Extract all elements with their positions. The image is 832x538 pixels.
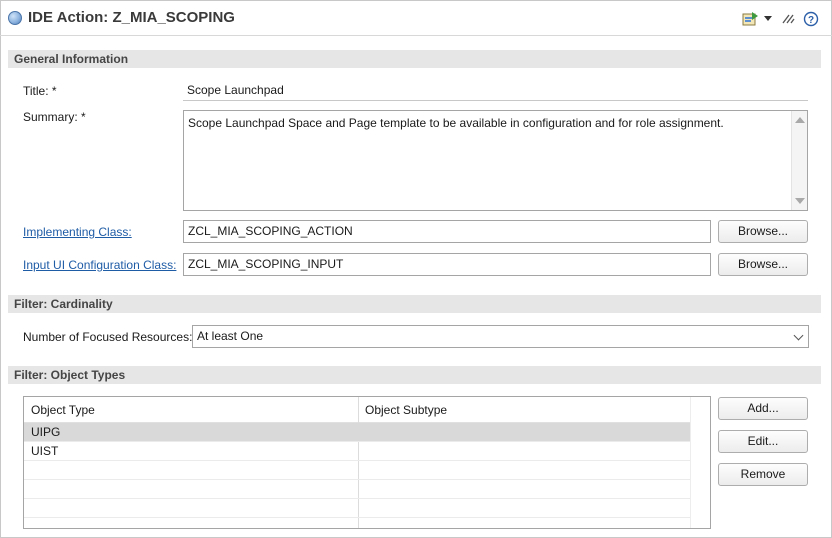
empty-row — [24, 461, 690, 480]
focused-resources-label: Number of Focused Resources: — [23, 330, 193, 344]
scroll-down-icon[interactable] — [795, 198, 805, 204]
help-icon[interactable]: ? — [803, 11, 819, 27]
summary-label: Summary: * — [23, 110, 86, 124]
section-filter-object-types: Filter: Object Types — [8, 366, 821, 384]
table-header: Object Type Object Subtype — [24, 397, 690, 423]
summary-field[interactable]: Scope Launchpad Space and Page template … — [183, 110, 808, 211]
dropdown-arrow-icon[interactable] — [763, 11, 773, 27]
object-type-cell: UIST — [31, 444, 59, 458]
summary-scrollbar[interactable] — [791, 111, 807, 210]
edit-object-type-button[interactable]: Edit... — [718, 430, 808, 453]
focused-resources-select[interactable]: At least One — [192, 325, 809, 348]
add-object-type-button[interactable]: Add... — [718, 397, 808, 420]
browse-implementing-class-button[interactable]: Browse... — [718, 220, 808, 243]
browse-input-ui-class-button[interactable]: Browse... — [718, 253, 808, 276]
focused-resources-value: At least One — [197, 329, 264, 343]
scroll-up-icon[interactable] — [795, 117, 805, 123]
page-title: IDE Action: Z_MIA_SCOPING — [28, 9, 235, 26]
empty-row — [24, 518, 690, 528]
empty-row — [24, 499, 690, 518]
help-mark: ? — [808, 15, 814, 26]
editor-header: IDE Action: Z_MIA_SCOPING ? — [0, 0, 832, 36]
implementing-class-field[interactable]: ZCL_MIA_SCOPING_ACTION — [183, 220, 711, 243]
section-general-information: General Information — [8, 50, 821, 68]
chevron-down-icon — [793, 330, 804, 341]
implementing-class-link[interactable]: Implementing Class: — [23, 225, 132, 239]
input-ui-config-class-field[interactable]: ZCL_MIA_SCOPING_INPUT — [183, 253, 711, 276]
table-row[interactable]: UIST — [24, 442, 690, 461]
title-field[interactable]: Scope Launchpad — [183, 80, 808, 101]
collapse-icon[interactable] — [781, 11, 797, 27]
table-scrollbar[interactable] — [690, 397, 710, 528]
table-row[interactable]: UIPG — [24, 423, 690, 442]
object-types-table[interactable]: Object Type Object Subtype UIPG UIST — [23, 396, 711, 529]
empty-row — [24, 480, 690, 499]
object-subtype-cell — [358, 442, 365, 461]
column-header-object-type[interactable]: Object Type — [24, 397, 358, 423]
title-label: Title: * — [23, 84, 57, 98]
object-status-icon — [8, 11, 22, 25]
object-subtype-cell — [358, 423, 365, 442]
object-type-cell: UIPG — [31, 425, 61, 439]
remove-object-type-button[interactable]: Remove — [718, 463, 808, 486]
run-icon[interactable] — [742, 11, 760, 27]
summary-text: Scope Launchpad Space and Page template … — [188, 116, 724, 130]
section-filter-cardinality: Filter: Cardinality — [8, 295, 821, 313]
column-header-object-subtype[interactable]: Object Subtype — [358, 397, 690, 423]
input-ui-config-class-link[interactable]: Input UI Configuration Class: — [23, 258, 176, 272]
